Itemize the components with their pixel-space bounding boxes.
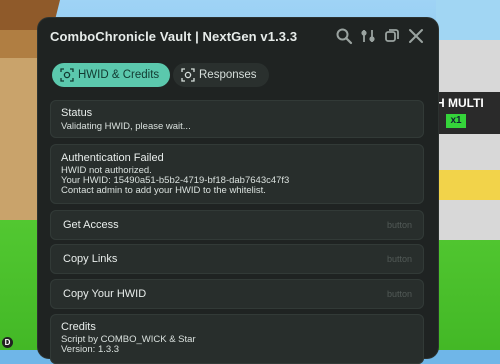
status-card: Status Validating HWID, please wait... [50,100,424,138]
button-hint: button [386,289,412,299]
tab-responses-label: Responses [199,69,257,81]
auth-title: Authentication Failed [61,152,164,164]
status-title: Status [61,107,93,119]
player-avatar[interactable]: D [2,337,13,348]
button-hint: button [386,220,412,230]
copy-links-label: Copy Links [63,253,118,265]
copy-hwid-label: Copy Your HWID [63,288,147,300]
credits-version: Version: 1.3.3 [61,344,120,355]
search-icon[interactable] [335,27,353,45]
fingerprint-icon [181,68,195,82]
titlebar[interactable]: ComboChronicle Vault | NextGen v1.3.3 [38,18,438,54]
multiplier-sign-text: H MULTI [436,96,484,110]
minimize-icon[interactable] [383,27,401,45]
right-building [436,40,500,240]
script-window: ComboChronicle Vault | NextGen v1.3.3 HW… [38,18,438,364]
close-icon[interactable] [407,27,425,45]
yellow-banner [436,170,500,200]
copy-hwid-button[interactable]: Copy Your HWID button [50,279,424,309]
settings-toggle-icon[interactable] [359,27,377,45]
status-text: Validating HWID, please wait... [61,121,191,132]
tab-hwid-credits[interactable]: HWID & Credits [52,63,170,87]
fingerprint-icon [60,68,74,82]
auth-card: Authentication Failed HWID not authorize… [50,144,424,204]
window-title: ComboChronicle Vault | NextGen v1.3.3 [50,29,298,44]
tab-hwid-credits-label: HWID & Credits [78,69,160,81]
button-hint: button [386,254,412,264]
credits-title: Credits [61,321,96,333]
multiplier-sign: H MULTI x1 [436,92,500,134]
multiplier-badge: x1 [446,114,466,128]
get-access-button[interactable]: Get Access button [50,210,424,240]
auth-line-3: Contact admin to add your HWID to the wh… [61,185,266,196]
get-access-label: Get Access [63,219,119,231]
tab-responses[interactable]: Responses [173,63,269,87]
copy-links-button[interactable]: Copy Links button [50,244,424,274]
credits-card: Credits Script by COMBO_WICK & Star Vers… [50,314,424,364]
